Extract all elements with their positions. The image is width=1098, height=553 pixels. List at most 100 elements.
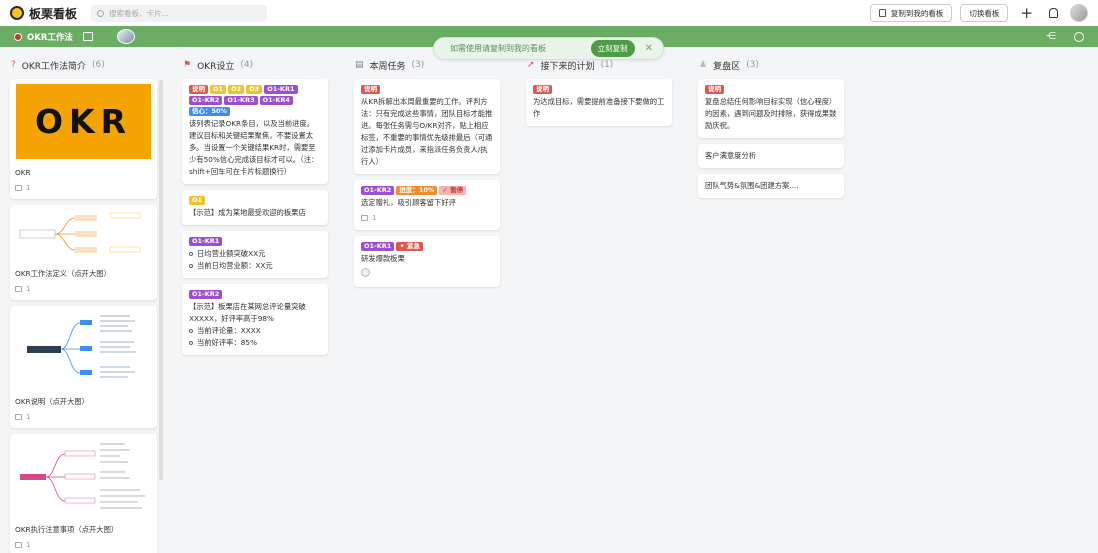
card-line: 当前日均营业额：XX元 [197,261,273,270]
mindmap-image [15,311,150,386]
plus-icon[interactable]: + [1020,5,1033,21]
tag: O1 [210,85,227,94]
card-text: 从KR拆解出本周最重要的工作。评判方法：只有完成这些事情，团队目标才能推进。每张… [361,97,493,166]
tag: O1-KR2 [361,186,395,195]
tag: 说明 [361,85,380,94]
card[interactable]: 说明 为达成目标，需要提前准备接下要做的工作 [526,79,672,126]
comment-count: 1 [15,539,152,551]
comment-count: 1 [15,411,152,423]
card[interactable]: 团队气势&氛围&团建方案.... [698,174,844,198]
tag: O1-KR1 [361,242,395,251]
tag: O1-KR3 [224,96,258,105]
board-member-avatar[interactable] [116,29,135,44]
tag: O1 [189,196,206,205]
tag-list: 说明 O1 O2 O3 O1-KR1 O1-KR2 O1-KR3 O1-KR4 … [189,85,321,116]
bell-icon[interactable] [1049,8,1058,18]
card[interactable]: 说明 复盘总结任何影响目标实现（信心程度）的因素，遇到问题及时排除，获得成果鼓励… [698,79,844,138]
comment-icon [15,414,22,420]
card-title: OKR说明（点开大图） [15,397,89,406]
comment-count: 1 [15,182,152,194]
comment-count: 1 [361,212,493,224]
okr-image-text: OKR [34,101,133,141]
close-icon[interactable]: ✕ [645,43,653,54]
card-text: 【示范】板栗店在某网总评论量突破XXXXX，好评率高于98% [189,302,306,323]
card[interactable]: O1-KR2 【示范】板栗店在某网总评论量突破XXXXX，好评率高于98% 当前… [182,284,328,355]
tag: O3 [246,85,263,94]
card[interactable]: OKR执行注意事项（点开大图） 1 [10,434,157,553]
tag: O1-KR4 [259,96,293,105]
card[interactable]: 说明 从KR拆解出本周最重要的工作。评判方法：只有完成这些事情，团队目标才能推进… [354,79,500,174]
card[interactable]: OKR工作法定义（点开大图） 1 [10,205,157,300]
comment-icon [15,286,22,292]
card[interactable]: O1 【示范】成为某地最受欢迎的板栗店 [182,190,328,225]
card-line: 当前好评率：85% [197,338,257,347]
card-text: 复盘总结任何影响目标实现（信心程度）的因素，遇到问题及时排除，获得成果鼓励庆祝。 [705,97,837,130]
column-header[interactable]: ⚑ OKR设立 (4) [182,57,328,73]
bullet-icon [189,264,193,268]
card[interactable]: O1-KR2 进度：10% ✓ 暂停 选定赠礼，吸引顾客留下好评 1 [354,180,500,230]
switch-board-button[interactable]: 切换看板 [960,4,1009,22]
board-title[interactable]: OKR工作法 [27,31,73,43]
column-title: 接下来的计划 [540,61,595,72]
board-icon [14,32,22,41]
column-header[interactable]: ▤ 本周任务 (3) [354,57,500,73]
mindmap-image [15,210,150,258]
flag-icon: ⚑ [183,60,192,70]
card[interactable]: O1-KR1 ✦ 紧急 研发爆款板栗 [354,236,500,287]
card[interactable]: O1-KR1 日均营业额突破XX元 当前日均营业额：XX元 [182,231,328,278]
top-bar: 板栗看板 搜索看板、卡片... 复制到我的看板 切换看板 + [0,0,1098,26]
bullet-icon [189,329,193,333]
person-icon: ♟ [699,60,708,70]
tag: ✓ 暂停 [439,186,467,195]
card-line: 当前评论量：XXXX [197,326,261,335]
comment-count: 1 [15,283,152,295]
card-text: 客户满意度分析 [705,151,757,160]
comment-icon [15,542,22,548]
card[interactable]: 说明 O1 O2 O3 O1-KR1 O1-KR2 O1-KR3 O1-KR4 … [182,79,328,184]
column-header[interactable]: ➚ 接下来的计划 (1) [526,57,672,73]
tag: O1-KR1 [264,85,298,94]
column-title: OKR设立 [197,61,235,72]
card[interactable]: OKR说明（点开大图） 1 [10,306,157,428]
card-text: 团队气势&氛围&团建方案.... [705,181,799,190]
search-placeholder: 搜索看板、卡片... [109,8,169,18]
chestnut-logo-icon [10,6,24,20]
card-text: 选定赠礼，吸引顾客留下好评 [361,198,456,207]
card-line: 日均营业额突破XX元 [197,249,266,258]
card-text: 该列表记录OKR条目，以及当前进度。建议目标和关键结果聚焦，不要设置太多。当设置… [189,119,319,176]
column-okr-intro: ? OKR工作法简介 (6) OKR OKR 1 OKR工作法定义（点开大图） … [10,57,157,553]
copy-now-button[interactable]: 立刻复制 [590,40,635,57]
column-header[interactable]: ? OKR工作法简介 (6) [10,57,157,73]
share-icon[interactable]: ⋲ [1046,31,1056,42]
column-count: (1) [600,60,614,70]
card[interactable]: 客户满意度分析 [698,144,844,168]
tag: O1-KR1 [189,237,223,246]
board-menu-icon[interactable] [82,32,93,41]
column-count: (3) [411,60,425,70]
card[interactable]: OKR OKR 1 [10,79,157,199]
member-avatar[interactable] [361,268,370,277]
settings-icon[interactable] [1074,31,1084,42]
tag: 进度：10% [396,186,438,195]
column-okr-setup: ⚑ OKR设立 (4) 说明 O1 O2 O3 O1-KR1 O1-KR2 O1… [182,57,328,355]
switch-button-label: 切换看板 [969,8,1000,18]
app-name: 板栗看板 [29,6,78,21]
tag: 说明 [705,85,724,94]
user-avatar[interactable] [1070,4,1088,22]
card-title: OKR工作法定义（点开大图） [15,269,111,278]
tag: 信心：50% [189,107,231,116]
card-text: 【示范】成为某地最受欢迎的板栗店 [189,208,306,217]
column-scrollbar[interactable] [159,80,163,480]
column-header[interactable]: ♟ 复盘区 (3) [698,57,844,73]
column-title: 复盘区 [713,61,741,72]
column-title: OKR工作法简介 [21,61,87,72]
search-input[interactable]: 搜索看板、卡片... [91,4,268,22]
card-text: 为达成目标，需要提前准备接下要做的工作 [533,97,665,118]
copy-to-my-board-button[interactable]: 复制到我的看板 [869,4,953,22]
column-title: 本周任务 [369,61,406,72]
search-icon [97,9,105,17]
tag: O1-KR2 [189,96,223,105]
document-icon: ▤ [355,60,364,70]
column-count: (3) [746,60,759,70]
comment-icon [15,185,22,191]
